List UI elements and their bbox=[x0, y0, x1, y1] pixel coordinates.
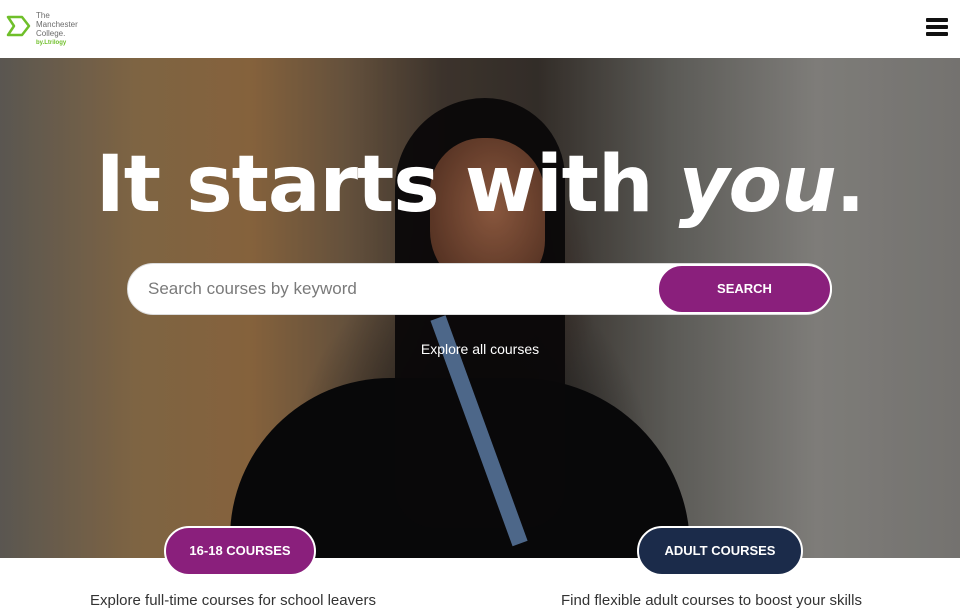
hamburger-menu-icon[interactable] bbox=[926, 18, 948, 38]
explore-all-courses-link[interactable]: Explore all courses bbox=[0, 341, 960, 357]
course-search-bar: SEARCH bbox=[127, 263, 832, 315]
16-18-courses-button[interactable]: 16-18 COURSES bbox=[164, 526, 316, 576]
logo-wordmark: The Manchester College. bbox=[36, 11, 78, 38]
search-button[interactable]: SEARCH bbox=[657, 264, 832, 314]
adult-courses-button[interactable]: ADULT COURSES bbox=[637, 526, 803, 576]
site-header: The Manchester College. by.Ltrilogy bbox=[0, 0, 960, 58]
search-input[interactable] bbox=[148, 264, 668, 314]
logo-tagline: by.Ltrilogy bbox=[36, 40, 67, 46]
college-logo[interactable]: The Manchester College. by.Ltrilogy bbox=[6, 11, 96, 49]
adult-courses-description: Find flexible adult courses to boost you… bbox=[561, 592, 862, 609]
16-18-courses-description: Explore full-time courses for school lea… bbox=[90, 592, 376, 609]
chevron-logo-icon bbox=[6, 15, 31, 37]
hero-headline: It starts with you. bbox=[95, 140, 866, 230]
